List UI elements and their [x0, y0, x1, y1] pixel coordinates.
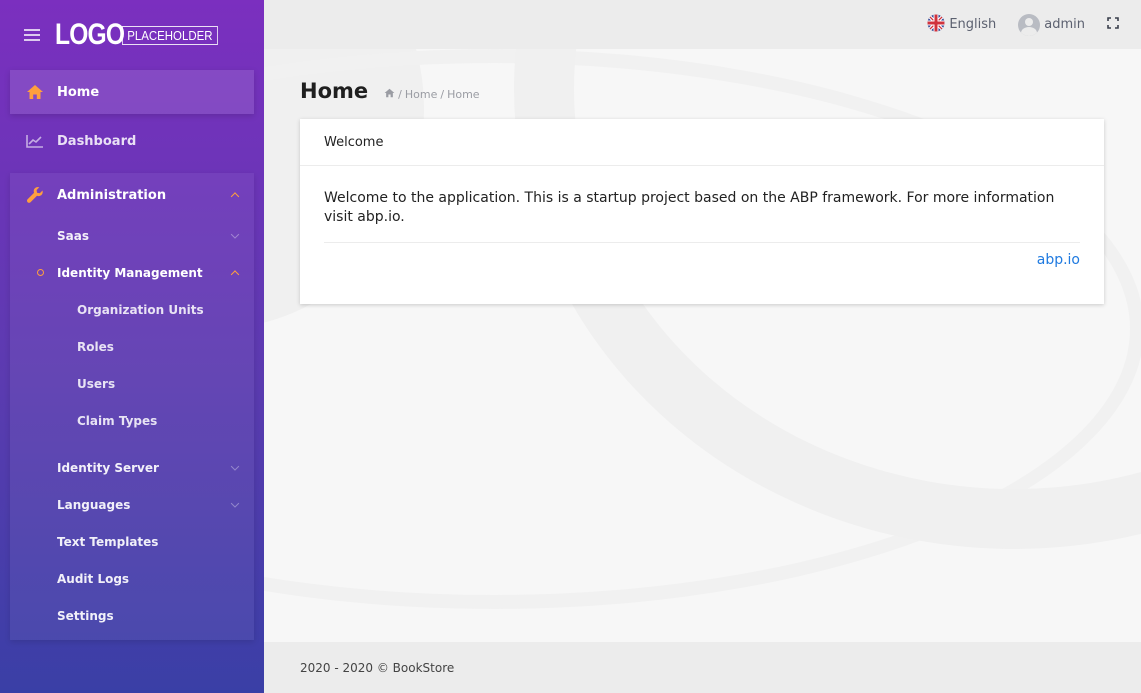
sidebar-item-home[interactable]: Home — [10, 70, 254, 114]
welcome-card: Welcome Welcome to the application. This… — [300, 119, 1104, 304]
sidebar-item-label: Audit Logs — [57, 571, 130, 586]
logo-placeholder-box: PLACEHOLDER — [122, 25, 218, 45]
breadcrumb-item[interactable]: Home — [405, 88, 437, 101]
brand: LOGO PLACEHOLDER — [0, 0, 264, 70]
sidebar-item-label: Text Templates — [57, 534, 159, 549]
sidebar-item-audit-logs[interactable]: Audit Logs — [10, 560, 254, 597]
main-content: Home / Home / Home Welcome Welcome to th… — [264, 49, 1141, 642]
page-title: Home — [300, 79, 369, 103]
chevron-down-icon — [230, 229, 240, 239]
breadcrumb: / Home / Home — [384, 88, 480, 101]
breadcrumb-item: Home — [447, 88, 480, 101]
footer-text: 2020 - 2020 © BookStore — [300, 660, 455, 675]
active-dot-icon — [37, 269, 44, 276]
sidebar-item-label: Identity Server — [57, 460, 159, 475]
sidebar-item-saas[interactable]: Saas — [10, 217, 254, 254]
sidebar-item-users[interactable]: Users — [10, 365, 254, 402]
sidebar-item-label: Organization Units — [77, 302, 204, 317]
home-icon — [24, 84, 46, 100]
sidebar: LOGO PLACEHOLDER Home Dashboard Administ… — [0, 0, 264, 693]
sidebar-item-identity-management[interactable]: Identity Management — [10, 254, 254, 291]
language-selector[interactable]: English — [927, 14, 996, 36]
topbar: English admin — [264, 0, 1141, 49]
sidebar-item-text-templates[interactable]: Text Templates — [10, 523, 254, 560]
sidebar-item-dashboard[interactable]: Dashboard — [10, 119, 254, 163]
sidebar-item-label: Identity Management — [57, 265, 203, 280]
avatar — [1018, 13, 1041, 36]
sidebar-item-label: Dashboard — [57, 133, 137, 149]
divider — [324, 242, 1080, 243]
chevron-down-icon — [230, 498, 240, 508]
sidebar-item-settings[interactable]: Settings — [10, 597, 254, 634]
topbar-actions: English admin — [927, 0, 1119, 49]
sidebar-item-label: Settings — [57, 608, 114, 623]
page-header: Home / Home / Home — [300, 79, 480, 103]
sidebar-item-administration[interactable]: Administration — [10, 173, 254, 217]
username-label: admin — [1044, 17, 1085, 32]
chevron-up-icon — [230, 192, 240, 201]
sidebar-item-claim-types[interactable]: Claim Types — [10, 402, 254, 439]
chevron-up-icon — [230, 269, 240, 279]
logo[interactable]: LOGO — [55, 18, 125, 52]
sidebar-item-organization-units[interactable]: Organization Units — [10, 291, 254, 328]
sidebar-item-label: Home — [57, 84, 100, 100]
sidebar-item-identity-server[interactable]: Identity Server — [10, 449, 254, 486]
sidebar-item-label: Roles — [77, 339, 114, 354]
fullscreen-icon[interactable] — [1107, 16, 1119, 33]
chart-line-icon — [24, 134, 46, 148]
abp-link[interactable]: abp.io — [1037, 252, 1080, 268]
language-label: English — [949, 17, 997, 32]
chevron-down-icon — [230, 461, 240, 471]
sidebar-item-label: Saas — [57, 228, 89, 243]
home-icon[interactable] — [384, 88, 395, 101]
sidebar-item-label: Languages — [57, 497, 131, 512]
user-menu[interactable]: admin — [1018, 13, 1085, 36]
wrench-icon — [24, 186, 46, 204]
sidebar-item-languages[interactable]: Languages — [10, 486, 254, 523]
footer: 2020 - 2020 © BookStore — [264, 642, 1141, 693]
administration-group: Administration Saas Identity Management … — [10, 173, 254, 640]
sidebar-item-roles[interactable]: Roles — [10, 328, 254, 365]
sidebar-item-label: Administration — [57, 187, 167, 203]
uk-flag-icon — [927, 14, 945, 36]
hamburger-menu-icon[interactable] — [24, 29, 40, 41]
sidebar-item-label: Users — [77, 376, 116, 391]
sidebar-menu: Home Dashboard Administration Saas Ident… — [10, 70, 254, 640]
card-body-text: Welcome to the application. This is a st… — [324, 190, 1055, 225]
card-header: Welcome — [300, 119, 1104, 166]
sidebar-item-label: Claim Types — [77, 413, 158, 428]
